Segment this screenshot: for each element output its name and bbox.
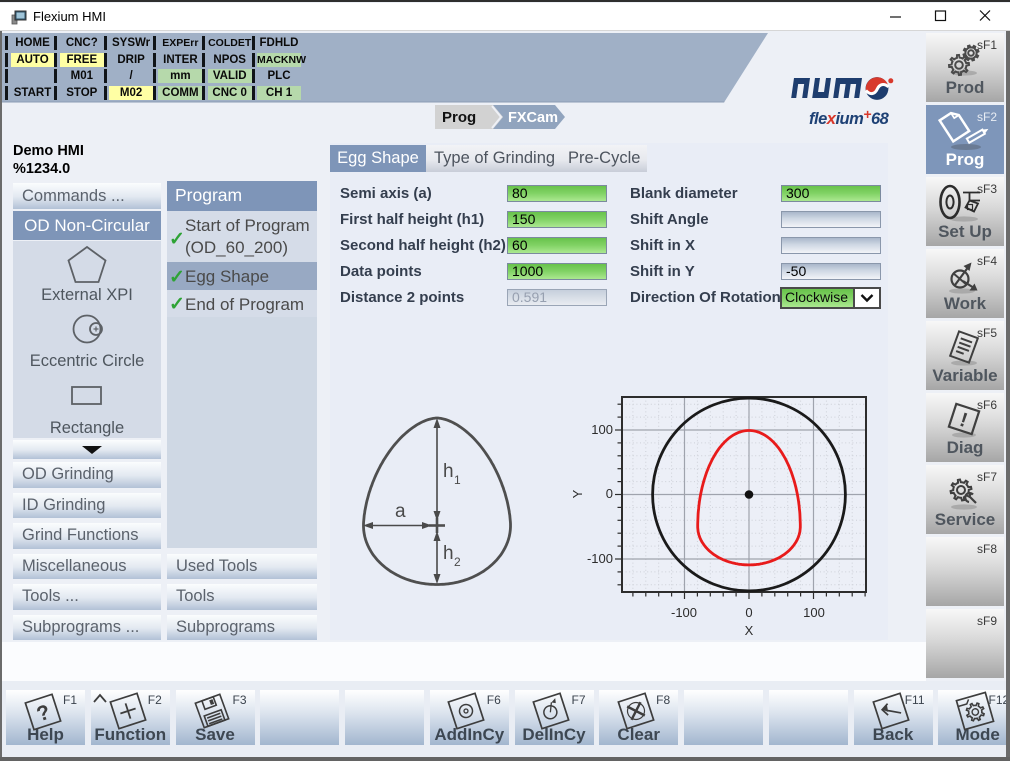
svg-text:flexium+68: flexium+68 — [809, 106, 890, 128]
svg-text:-100: -100 — [671, 605, 697, 620]
svg-text:0: 0 — [745, 605, 752, 620]
svg-text:a: a — [395, 501, 406, 522]
svg-text:Prog: Prog — [442, 109, 476, 126]
svg-text:100: 100 — [803, 605, 825, 620]
svg-text:X: X — [745, 623, 754, 638]
svg-text:?: ? — [34, 701, 53, 727]
svg-text:!: ! — [957, 409, 970, 432]
svg-text:2: 2 — [454, 555, 461, 569]
svg-text:1: 1 — [454, 473, 461, 487]
svg-text:-100: -100 — [587, 551, 613, 566]
svg-text:h: h — [443, 543, 454, 564]
svg-text:0: 0 — [606, 486, 613, 501]
svg-text:Y: Y — [570, 489, 585, 498]
svg-text:FXCam: FXCam — [508, 110, 558, 126]
svg-text:100: 100 — [591, 422, 613, 437]
svg-text:h: h — [443, 461, 454, 482]
